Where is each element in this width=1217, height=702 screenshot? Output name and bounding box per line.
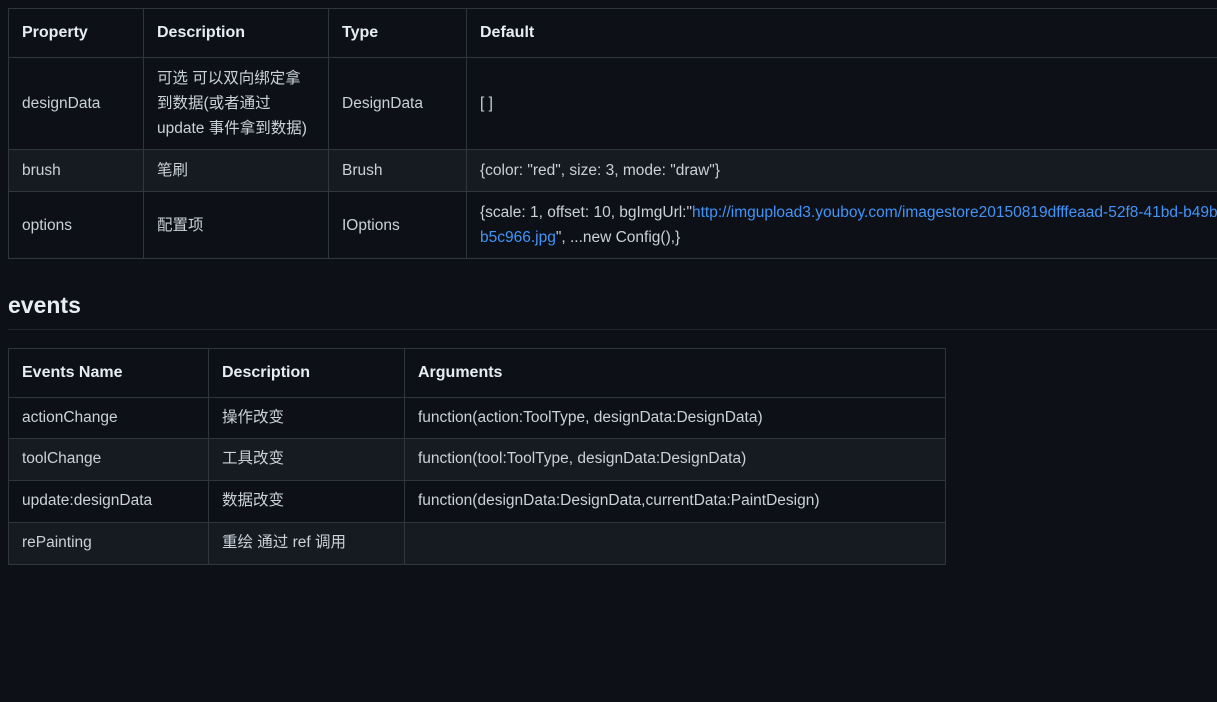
props-table-head: Property Description Type Default	[9, 9, 1217, 58]
table-row: toolChange 工具改变 function(tool:ToolType, …	[9, 439, 946, 481]
heading-divider	[8, 329, 1217, 330]
event-name-cell: rePainting	[9, 522, 209, 564]
event-arguments-cell	[405, 522, 946, 564]
events-table: Events Name Description Arguments action…	[8, 348, 946, 565]
column-header-description: Description	[144, 9, 329, 58]
default-value-prefix: {scale: 1, offset: 10, bgImgUrl:"	[480, 204, 692, 221]
documentation-page: Property Description Type Default design…	[0, 0, 1217, 702]
event-name-cell: actionChange	[9, 397, 209, 439]
column-header-type: Type	[329, 9, 467, 58]
property-type-cell: Brush	[329, 149, 467, 191]
event-description-cell: 重绘 通过 ref 调用	[209, 522, 405, 564]
property-name-cell: options	[9, 192, 144, 259]
property-description-cell: 配置项	[144, 192, 329, 259]
column-header-arguments: Arguments	[405, 349, 946, 398]
property-name-cell: designData	[9, 57, 144, 149]
column-header-description: Description	[209, 349, 405, 398]
column-header-default: Default	[467, 9, 1217, 58]
events-table-body: actionChange 操作改变 function(action:ToolTy…	[9, 397, 946, 564]
property-default-cell: [ ]	[467, 57, 1217, 149]
table-header-row: Property Description Type Default	[9, 9, 1217, 58]
property-type-cell: IOptions	[329, 192, 467, 259]
event-name-cell: update:designData	[9, 481, 209, 523]
table-row: options 配置项 IOptions {scale: 1, offset: …	[9, 192, 1217, 259]
event-name-cell: toolChange	[9, 439, 209, 481]
property-name-cell: brush	[9, 149, 144, 191]
column-header-events-name: Events Name	[9, 349, 209, 398]
events-table-head: Events Name Description Arguments	[9, 349, 946, 398]
table-row: brush 笔刷 Brush {color: "red", size: 3, m…	[9, 149, 1217, 191]
event-arguments-cell: function(designData:DesignData,currentDa…	[405, 481, 946, 523]
column-header-property: Property	[9, 9, 144, 58]
property-description-cell: 笔刷	[144, 149, 329, 191]
table-row: actionChange 操作改变 function(action:ToolTy…	[9, 397, 946, 439]
table-header-row: Events Name Description Arguments	[9, 349, 946, 398]
events-section-heading: events	[8, 291, 1217, 329]
property-type-cell: DesignData	[329, 57, 467, 149]
event-description-cell: 工具改变	[209, 439, 405, 481]
event-description-cell: 操作改变	[209, 397, 405, 439]
event-arguments-cell: function(tool:ToolType, designData:Desig…	[405, 439, 946, 481]
table-row: update:designData 数据改变 function(designDa…	[9, 481, 946, 523]
props-table: Property Description Type Default design…	[8, 8, 1217, 259]
property-default-cell: {color: "red", size: 3, mode: "draw"}	[467, 149, 1217, 191]
property-default-cell: {scale: 1, offset: 10, bgImgUrl:"http://…	[467, 192, 1217, 259]
default-value-suffix: ", ...new Config(),}	[556, 229, 680, 246]
props-table-body: designData 可选 可以双向绑定拿到数据(或者通过 update 事件拿…	[9, 57, 1217, 259]
event-arguments-cell: function(action:ToolType, designData:Des…	[405, 397, 946, 439]
event-description-cell: 数据改变	[209, 481, 405, 523]
table-row: designData 可选 可以双向绑定拿到数据(或者通过 update 事件拿…	[9, 57, 1217, 149]
property-description-cell: 可选 可以双向绑定拿到数据(或者通过 update 事件拿到数据)	[144, 57, 329, 149]
table-row: rePainting 重绘 通过 ref 调用	[9, 522, 946, 564]
